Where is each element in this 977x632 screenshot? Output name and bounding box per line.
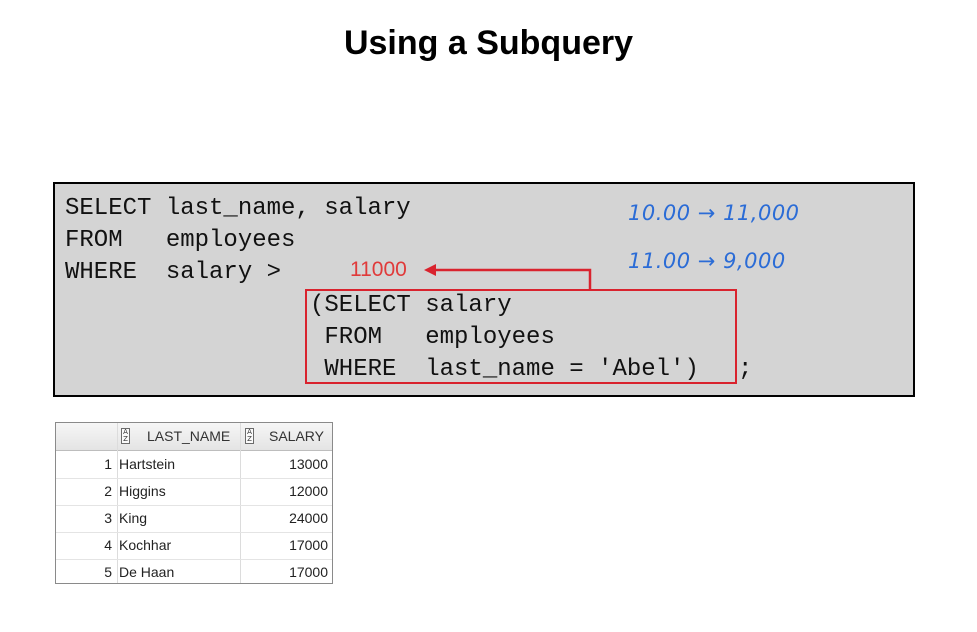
- cell-last-name: Hartstein: [119, 456, 176, 472]
- row-number: 4: [104, 537, 112, 553]
- column-header-salary[interactable]: SALARY: [269, 423, 324, 450]
- row-number: 1: [104, 456, 112, 472]
- cell-last-name: Kochhar: [119, 537, 172, 553]
- sort-az-icon[interactable]: AZ: [245, 428, 254, 444]
- cell-salary: 13000: [289, 456, 328, 472]
- subquery-line-where: WHERE last_name = 'Abel'): [310, 356, 699, 383]
- row-number: 5: [104, 564, 112, 580]
- cell-salary: 17000: [289, 537, 328, 553]
- table-row[interactable]: 3 King 24000: [56, 505, 332, 533]
- table-row[interactable]: 4 Kochhar 17000: [56, 532, 332, 560]
- table-row[interactable]: 5 De Haan 17000: [56, 559, 332, 586]
- table-row[interactable]: 2 Higgins 12000: [56, 478, 332, 506]
- cell-last-name: De Haan: [119, 564, 175, 580]
- table-row[interactable]: 1 Hartstein 13000: [56, 451, 332, 479]
- sort-az-icon[interactable]: AZ: [121, 428, 130, 444]
- cell-last-name: King: [119, 510, 148, 526]
- cell-salary: 24000: [289, 510, 328, 526]
- handwritten-note-2: 11.00 → 9,000: [628, 249, 786, 273]
- row-number: 2: [104, 483, 112, 499]
- subquery-line-from: FROM employees: [310, 324, 555, 351]
- column-header-last-name[interactable]: LAST_NAME: [147, 423, 230, 450]
- statement-terminator: ;: [738, 356, 753, 383]
- row-number: 3: [104, 510, 112, 526]
- query-result-grid: AZ LAST_NAME AZ SALARY 1 Hartstein 13000…: [55, 422, 333, 584]
- subquery-line-select: (SELECT salary: [310, 292, 512, 319]
- handwritten-note-1: 10.00 → 11,000: [628, 201, 800, 225]
- grid-header-row: AZ LAST_NAME AZ SALARY: [56, 423, 332, 451]
- cell-last-name: Higgins: [119, 483, 166, 499]
- cell-salary: 12000: [289, 483, 328, 499]
- cell-salary: 17000: [289, 564, 328, 580]
